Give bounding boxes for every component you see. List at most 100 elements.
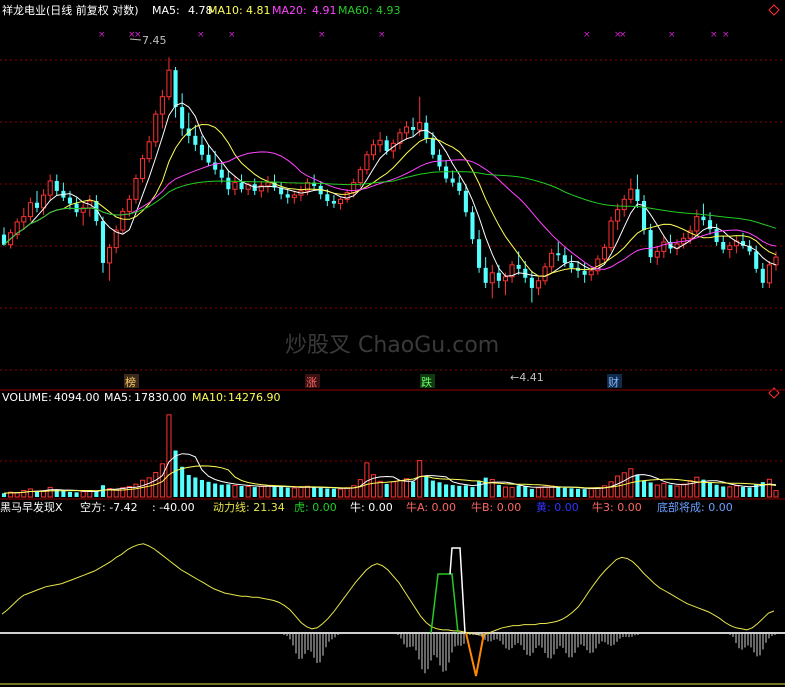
indicator-item: 牛B: 0.00 bbox=[471, 500, 521, 514]
candle-body bbox=[714, 229, 719, 242]
svg-text:财: 财 bbox=[608, 375, 619, 389]
candle-body bbox=[562, 255, 567, 263]
volume-bar bbox=[444, 484, 449, 497]
volume-bar bbox=[516, 485, 521, 497]
candle-body bbox=[601, 247, 607, 260]
volume-bar bbox=[635, 474, 640, 497]
ma5-label: MA5: bbox=[152, 4, 180, 17]
volume-bar bbox=[529, 488, 534, 497]
window-diamond-icon[interactable] bbox=[768, 4, 780, 16]
volume-bar bbox=[47, 486, 53, 498]
event-label-cai[interactable]: 财 bbox=[607, 374, 622, 389]
candle-body bbox=[556, 253, 561, 256]
volume-bar bbox=[483, 477, 488, 497]
volume-ma5-value: 17830.00 bbox=[134, 391, 187, 404]
event-label-zhang[interactable]: 涨 bbox=[305, 374, 320, 389]
volume-bar bbox=[337, 488, 344, 498]
candle-body bbox=[239, 182, 244, 190]
volume-bar bbox=[542, 486, 548, 498]
volume-bar bbox=[232, 485, 238, 498]
candle-body bbox=[193, 135, 198, 145]
event-label-die[interactable]: 跌 bbox=[420, 374, 435, 389]
candle-body bbox=[206, 154, 211, 163]
volume-bar bbox=[67, 491, 73, 497]
volume-bar bbox=[430, 480, 435, 497]
candle-body bbox=[654, 250, 660, 258]
candle-body bbox=[754, 251, 759, 269]
volume-bar bbox=[291, 487, 297, 498]
volume-bar bbox=[1, 493, 7, 497]
candle-body bbox=[463, 190, 468, 213]
candle-body bbox=[47, 180, 53, 196]
volume-bar bbox=[34, 491, 40, 497]
volume-bar bbox=[298, 486, 304, 498]
chart-canvas[interactable]: 祥龙电业(日线 前复权 对数) MA5: 4.78 MA10: 4.81 MA2… bbox=[0, 0, 785, 687]
volume-bar bbox=[27, 488, 33, 498]
volume-bar bbox=[569, 488, 574, 497]
volume-ma-line bbox=[3, 453, 777, 494]
volume-bar bbox=[588, 488, 594, 498]
candle-body bbox=[331, 201, 336, 204]
orange-spike bbox=[465, 632, 485, 677]
candle-body bbox=[146, 141, 152, 160]
volume-bar bbox=[450, 485, 455, 497]
candle-body bbox=[694, 216, 700, 232]
ma10-label: MA10: bbox=[208, 4, 243, 17]
candle-body bbox=[721, 241, 726, 250]
candle-body bbox=[34, 202, 40, 208]
volume-bar bbox=[113, 489, 119, 498]
volume-bar bbox=[279, 486, 284, 497]
volume-bar bbox=[668, 484, 673, 497]
volume-bar bbox=[714, 484, 719, 497]
power-line bbox=[1, 543, 775, 636]
candle-body bbox=[133, 178, 139, 200]
candle-body bbox=[403, 126, 410, 134]
candle-body bbox=[648, 230, 653, 258]
candle-body bbox=[608, 220, 614, 249]
candle-body bbox=[489, 272, 495, 284]
signal-x-marker: × bbox=[583, 30, 591, 40]
candle-body bbox=[265, 182, 271, 187]
volume-bar bbox=[477, 481, 482, 497]
volume-bar bbox=[318, 487, 323, 497]
volume-ma10-value: 14276.90 bbox=[228, 391, 281, 404]
moving-averages bbox=[3, 102, 777, 277]
volume-bar bbox=[61, 490, 66, 497]
candle-body bbox=[67, 197, 73, 204]
candle-body bbox=[502, 276, 509, 282]
candle-body bbox=[370, 144, 377, 156]
ma60-value: 4.93 bbox=[376, 4, 401, 17]
ma-line-ma5 bbox=[3, 102, 777, 277]
volume-bar bbox=[133, 483, 139, 498]
volume-bar bbox=[384, 483, 389, 497]
candle-body bbox=[457, 182, 462, 191]
candle-body bbox=[180, 107, 185, 129]
volume-bar bbox=[186, 474, 191, 497]
event-label-bang[interactable]: 榜 bbox=[124, 374, 139, 389]
volume-bar bbox=[14, 492, 20, 498]
volume-bar bbox=[535, 487, 542, 498]
candle-body bbox=[549, 252, 555, 268]
candle-body bbox=[430, 138, 435, 155]
candle-body bbox=[100, 221, 106, 263]
candle-body bbox=[107, 247, 113, 264]
candle-body bbox=[173, 70, 178, 108]
signal-x-marker: × bbox=[318, 30, 326, 40]
ma10-value: 4.81 bbox=[246, 4, 271, 17]
volume-bar bbox=[245, 485, 251, 498]
candle-body bbox=[621, 198, 627, 211]
volume-bar bbox=[694, 476, 700, 498]
candle-body bbox=[773, 256, 779, 266]
volume-bar bbox=[180, 466, 185, 497]
volume-bar bbox=[265, 485, 271, 498]
volume-bar bbox=[226, 484, 231, 497]
volume-bar bbox=[272, 486, 277, 497]
volume-bar bbox=[648, 482, 653, 497]
indicator-item: 牛A: 0.00 bbox=[406, 500, 456, 514]
volume-value: 4094.00 bbox=[54, 391, 100, 404]
volume-bar bbox=[641, 480, 647, 497]
bull-signal bbox=[449, 547, 466, 634]
indicator-values: 空方: -7.42: -40.00 动力线: 21.34 虎: 0.00 牛: 0.0… bbox=[80, 500, 733, 514]
volume-bar bbox=[417, 460, 423, 498]
indicator-item: 牛3: 0.00 bbox=[592, 500, 642, 514]
